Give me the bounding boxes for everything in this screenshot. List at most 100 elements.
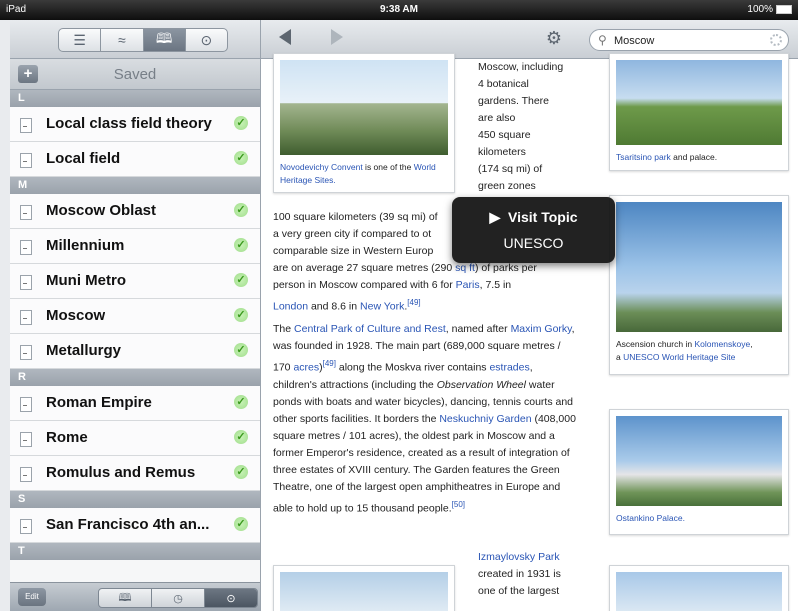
checkmark-icon: ✓ bbox=[234, 517, 248, 531]
offline-tab-icon[interactable]: ⊙ bbox=[186, 29, 227, 51]
popover-topic-label: UNESCO bbox=[503, 235, 564, 251]
figure-ostankino: Ostankino Palace. bbox=[609, 409, 789, 535]
bottom-right-image bbox=[616, 572, 782, 611]
visit-topic-popover[interactable]: ▶ Visit Topic UNESCO bbox=[452, 197, 615, 263]
saved-item[interactable]: Metallurgy ✓ bbox=[10, 334, 260, 369]
link-acres[interactable]: acres bbox=[293, 362, 319, 374]
saved-item[interactable]: Romulus and Remus ✓ bbox=[10, 456, 260, 491]
saved-item[interactable]: San Francisco 4th an... ✓ bbox=[10, 508, 260, 543]
link-estrades[interactable]: estrades bbox=[489, 362, 529, 374]
saved-item[interactable]: Local field ✓ bbox=[10, 142, 260, 177]
convent-image bbox=[280, 60, 448, 155]
download-icon[interactable]: ⊙ bbox=[205, 589, 257, 607]
ascension-church-image bbox=[616, 202, 782, 332]
article-content: Novodevichy Convent is one of the World … bbox=[261, 53, 798, 611]
saved-item-label: San Francisco 4th an... bbox=[46, 516, 210, 533]
figure-tsaritsino: Tsaritsino park and palace. bbox=[609, 53, 789, 171]
saved-item[interactable]: Rome ✓ bbox=[10, 421, 260, 456]
status-bar: iPad 9:38 AM 100% bbox=[0, 0, 798, 20]
saved-list: L Local class field theory ✓ Local field ✓ M M… bbox=[10, 90, 260, 560]
link-ostankino-palace[interactable]: Ostankino Palace. bbox=[616, 513, 685, 523]
figure-caption: Ascension church in Kolomenskoye, a UNESC… bbox=[616, 339, 753, 362]
ref-49-a[interactable]: [49] bbox=[407, 298, 420, 307]
search-input[interactable] bbox=[612, 32, 766, 50]
link-central-park[interactable]: Central Park of Culture and Rest bbox=[294, 323, 446, 335]
search-icon: ⚲ bbox=[598, 33, 607, 47]
search-field[interactable]: ⚲ bbox=[589, 29, 789, 51]
figure-bottom-left bbox=[273, 565, 455, 611]
checkmark-icon: ✓ bbox=[234, 430, 248, 444]
link-tsaritsino-park[interactable]: Tsaritsino park bbox=[616, 152, 671, 162]
sidebar-bottom-bar: Edit 🕮 ◷ ⊙ bbox=[10, 582, 260, 611]
loading-spinner-icon bbox=[770, 34, 782, 46]
figure-novodevichy: Novodevichy Convent is one of the World … bbox=[273, 53, 455, 193]
bottom-segmented-control: 🕮 ◷ ⊙ bbox=[98, 588, 258, 608]
bookmark-icon[interactable]: 🕮 bbox=[99, 589, 152, 607]
section-header-m: M bbox=[10, 177, 260, 194]
ref-50[interactable]: [50] bbox=[452, 500, 465, 509]
checkmark-icon: ✓ bbox=[234, 308, 248, 322]
figure-bottom-right bbox=[609, 565, 789, 611]
link-paris[interactable]: Paris bbox=[456, 279, 480, 291]
document-icon bbox=[20, 153, 32, 168]
section-header-s: S bbox=[10, 491, 260, 508]
saved-item[interactable]: Millennium ✓ bbox=[10, 229, 260, 264]
link-kolomenskoye[interactable]: Kolomenskoye bbox=[694, 339, 750, 349]
document-icon bbox=[20, 275, 32, 290]
paragraph-3: Izmaylovsky Park created in 1931 is one … bbox=[478, 551, 561, 597]
saved-item-label: Roman Empire bbox=[46, 394, 152, 411]
section-header-r: R bbox=[10, 369, 260, 386]
link-neskuchniy-garden[interactable]: Neskuchniy Garden bbox=[439, 413, 531, 425]
saved-item-label: Moscow Oblast bbox=[46, 202, 157, 219]
link-new-york[interactable]: New York bbox=[360, 301, 404, 313]
sidebar: ☰ ≈ 🕮 ⊙ + Saved L Local class field theor… bbox=[10, 20, 261, 611]
saved-item[interactable]: Moscow ✓ bbox=[10, 299, 260, 334]
battery-label: 100% bbox=[747, 4, 773, 15]
tsaritsino-image bbox=[616, 60, 782, 145]
saved-item-label: Romulus and Remus bbox=[46, 464, 196, 481]
edit-button[interactable]: Edit bbox=[18, 588, 46, 606]
battery-icon bbox=[776, 4, 792, 14]
document-icon bbox=[20, 397, 32, 412]
clock-icon[interactable]: ◷ bbox=[152, 589, 205, 607]
link-sq-ft[interactable]: sq ft bbox=[455, 262, 475, 274]
link-london[interactable]: London bbox=[273, 301, 308, 313]
forward-arrow-icon[interactable] bbox=[331, 29, 343, 45]
visit-topic-button[interactable]: ▶ Visit Topic bbox=[452, 209, 615, 226]
saved-item[interactable]: Muni Metro ✓ bbox=[10, 264, 260, 299]
checkmark-icon: ✓ bbox=[234, 343, 248, 357]
figure-caption: Novodevichy Convent is one of the World … bbox=[280, 162, 436, 185]
document-icon bbox=[20, 118, 32, 133]
saved-header: + Saved bbox=[10, 59, 260, 90]
sidebar-segmented-control: ☰ ≈ 🕮 ⊙ bbox=[58, 28, 228, 52]
link-izmaylovsky-park[interactable]: Izmaylovsky Park bbox=[478, 551, 560, 563]
saved-item-label: Millennium bbox=[46, 237, 125, 254]
section-header-l: L bbox=[10, 90, 260, 107]
checkmark-icon: ✓ bbox=[234, 465, 248, 479]
figure-ascension-church: Ascension church in Kolomenskoye, a UNESC… bbox=[609, 195, 789, 375]
link-unesco-heritage-site[interactable]: UNESCO World Heritage Site bbox=[623, 352, 735, 362]
text-column-top: Moscow, including 4 botanical gardens. T… bbox=[478, 61, 564, 192]
link-novodevichy-convent[interactable]: Novodevichy Convent bbox=[280, 162, 363, 172]
ref-49-b[interactable]: [49] bbox=[323, 359, 336, 368]
document-icon bbox=[20, 310, 32, 325]
saved-item[interactable]: Local class field theory ✓ bbox=[10, 107, 260, 142]
bookmarks-tab-icon[interactable]: 🕮 bbox=[143, 29, 186, 51]
list-tab-icon[interactable]: ☰ bbox=[59, 29, 102, 51]
link-maxim-gorky[interactable]: Maxim Gorky bbox=[511, 323, 572, 335]
checkmark-icon: ✓ bbox=[234, 151, 248, 165]
saved-item-label: Moscow bbox=[46, 307, 106, 324]
section-header-t: T bbox=[10, 543, 260, 560]
park-image bbox=[280, 572, 448, 611]
document-icon bbox=[20, 205, 32, 220]
saved-item-label: Muni Metro bbox=[46, 272, 126, 289]
document-icon bbox=[20, 432, 32, 447]
saved-item[interactable]: Moscow Oblast ✓ bbox=[10, 194, 260, 229]
history-waves-tab-icon[interactable]: ≈ bbox=[101, 29, 144, 51]
back-arrow-icon[interactable] bbox=[279, 29, 291, 45]
checkmark-icon: ✓ bbox=[234, 203, 248, 217]
saved-item[interactable]: Roman Empire ✓ bbox=[10, 386, 260, 421]
saved-item-label: Local field bbox=[46, 150, 121, 167]
checkmark-icon: ✓ bbox=[234, 395, 248, 409]
gear-icon[interactable]: ⚙ bbox=[545, 29, 563, 47]
